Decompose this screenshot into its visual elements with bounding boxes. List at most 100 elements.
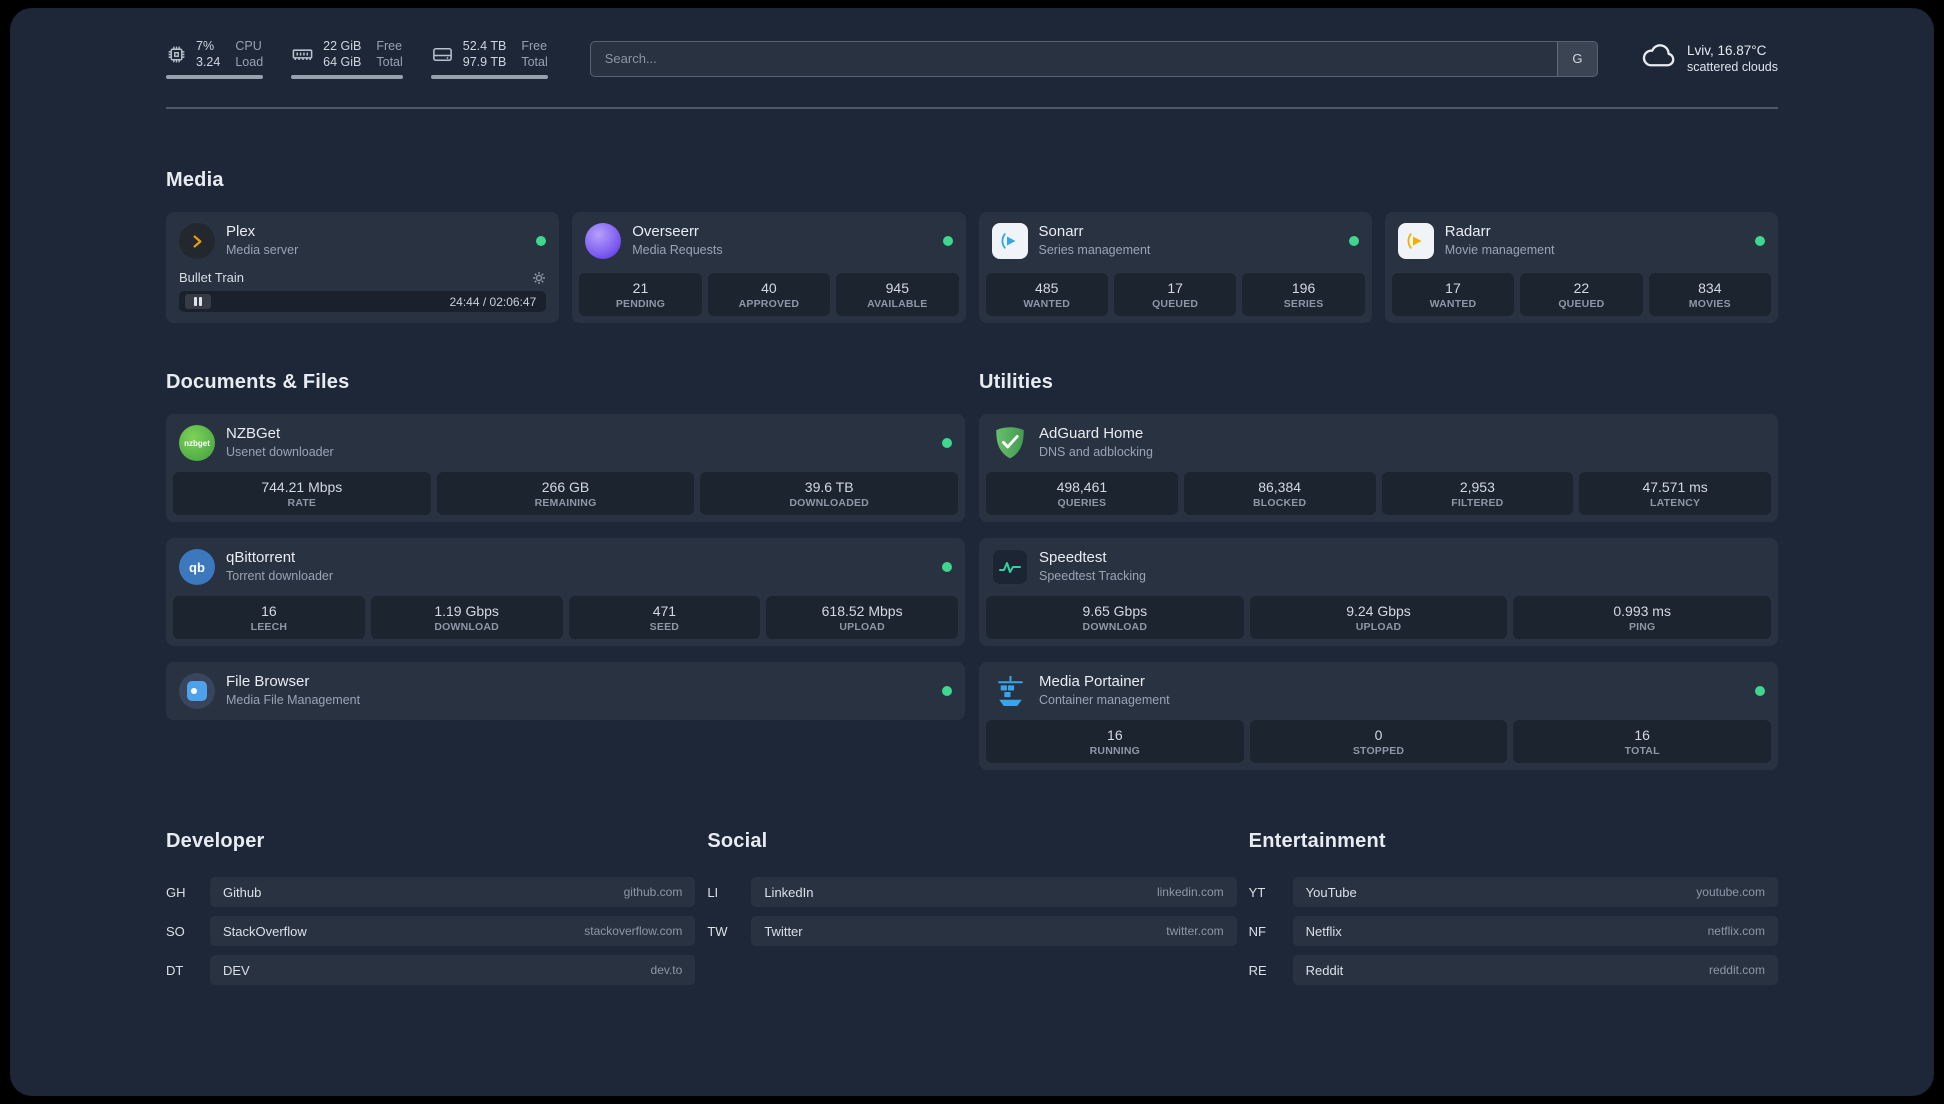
memory-total-value: 64 GiB (323, 55, 362, 70)
stat-running: 16 RUNNING (986, 720, 1244, 763)
section-heading-entertainment: Entertainment (1248, 830, 1386, 852)
middle-sections: Documents & Files nzbget NZBGet Usenet d… (166, 371, 1778, 770)
radarr-stats: 17 WANTED 22 QUEUED 834 MOVIES (1385, 273, 1778, 323)
bookmark-row: LI LinkedIn linkedin.com (707, 877, 1237, 907)
service-title: File Browser (226, 673, 310, 691)
bookmark-github[interactable]: Github github.com (210, 877, 696, 907)
service-card-adguard: AdGuard Home DNS and adblocking 498,461 … (979, 414, 1778, 522)
now-playing-title: Bullet Train (179, 270, 245, 285)
bookmark-youtube[interactable]: YouTube youtube.com (1292, 877, 1778, 907)
bookmark-row: NF Netflix netflix.com (1249, 916, 1778, 946)
bookmark-abbr: RE (1248, 962, 1267, 978)
section-heading-media: Media (166, 169, 224, 191)
speedtest-service-link[interactable]: Speedtest Speedtest Tracking (979, 538, 1778, 596)
disk-icon (431, 43, 454, 66)
status-online-dot (1755, 686, 1765, 696)
bookmark-row: DT DEV dev.to (166, 955, 696, 985)
service-subtitle: Series management (1038, 243, 1151, 258)
bookmark-abbr: LI (707, 884, 719, 900)
bookmark-abbr: YT (1248, 884, 1266, 900)
memory-usage-bar (291, 74, 403, 79)
bookmark-dev[interactable]: DEV dev.to (210, 955, 696, 985)
playback-time: 24:44 / 02:06:47 (449, 294, 537, 309)
stat-latency: 47.571 ms LATENCY (1579, 472, 1771, 515)
bookmark-stackoverflow[interactable]: StackOverflow stackoverflow.com (210, 916, 696, 946)
cpu-usage-bar (166, 74, 264, 79)
stat-seed: 471 SEED (568, 596, 761, 639)
stat-ping: 0.993 ms PING (1513, 596, 1772, 639)
status-online-dot (942, 562, 952, 572)
filebrowser-service-link[interactable]: File Browser Media File Management (166, 662, 965, 720)
gear-icon[interactable] (532, 271, 546, 285)
memory-widget: 22 GiB Free 64 GiB Total (291, 38, 403, 79)
search-provider-button[interactable]: G (1556, 41, 1597, 76)
service-subtitle: Media Requests (632, 243, 723, 258)
stat-stopped: 0 STOPPED (1249, 720, 1508, 763)
service-title: Radarr (1444, 223, 1491, 241)
bookmark-linkedin[interactable]: LinkedIn linkedin.com (751, 877, 1237, 907)
plex-service-link[interactable]: Plex Media server (166, 212, 559, 270)
portainer-service-link[interactable]: Media Portainer Container management (979, 662, 1778, 720)
service-card-radarr: Radarr Movie management 17 WANTED 22 QUE… (1384, 212, 1778, 323)
service-card-qbittorrent: qb qBittorrent Torrent downloader 16 LEE… (166, 538, 965, 646)
portainer-stats: 16 RUNNING 0 STOPPED 16 TOTAL (979, 720, 1778, 770)
nzbget-service-link[interactable]: nzbget NZBGet Usenet downloader (166, 414, 965, 472)
stat-wanted: 17 WANTED (1391, 273, 1515, 316)
search-bar: G (589, 40, 1598, 77)
stat-download: 1.19 Gbps DOWNLOAD (370, 596, 563, 639)
plex-now-playing-widget: Bullet Train 24:44 / 02:06:47 (166, 270, 559, 323)
status-online-dot (536, 236, 547, 246)
bookmark-abbr: NF (1248, 923, 1266, 939)
stat-queued: 22 QUEUED (1520, 273, 1643, 316)
pause-button[interactable] (185, 294, 211, 309)
stat-movies: 834 MOVIES (1648, 273, 1772, 316)
overseerr-service-link[interactable]: Overseerr Media Requests (572, 212, 965, 270)
search-input[interactable] (590, 41, 1557, 76)
documents-section: Documents & Files nzbget NZBGet Usenet d… (166, 371, 965, 720)
memory-free-value: 22 GiB (323, 39, 362, 53)
bookmark-abbr: GH (166, 884, 186, 900)
service-subtitle: Media File Management (226, 693, 361, 708)
disk-free-value: 52.4 TB (462, 39, 507, 53)
bookmark-netflix[interactable]: Netflix netflix.com (1292, 916, 1778, 946)
nzbget-stats: 744.21 Mbps RATE 266 GB REMAINING 39.6 T… (166, 472, 965, 522)
radarr-service-link[interactable]: Radarr Movie management (1385, 212, 1778, 270)
service-subtitle: Usenet downloader (226, 445, 334, 460)
service-subtitle: DNS and adblocking (1039, 445, 1153, 460)
dashboard-page: 7% CPU 3.24 Load 22 GiB Free 64 GiB Tota… (10, 8, 1934, 1096)
bookmark-reddit[interactable]: Reddit reddit.com (1292, 955, 1778, 985)
stat-total: 16 TOTAL (1513, 720, 1772, 763)
service-title: NZBGet (226, 425, 281, 443)
service-card-speedtest: Speedtest Speedtest Tracking 9.65 Gbps D… (979, 538, 1778, 646)
service-card-sonarr: Sonarr Series management 485 WANTED 17 Q… (978, 212, 1372, 323)
service-title: Plex (226, 223, 256, 241)
bookmark-row: TW Twitter twitter.com (707, 916, 1237, 946)
weather-condition: scattered clouds (1686, 60, 1778, 75)
stat-upload: 9.24 Gbps UPLOAD (1249, 596, 1508, 639)
qbittorrent-service-link[interactable]: qb qBittorrent Torrent downloader (166, 538, 965, 596)
bookmark-twitter[interactable]: Twitter twitter.com (751, 916, 1237, 946)
section-heading-documents: Documents & Files (166, 371, 350, 393)
disk-usage-bar (430, 74, 548, 79)
sonarr-stats: 485 WANTED 17 QUEUED 196 SERIES (979, 273, 1372, 323)
resources-widgets: 7% CPU 3.24 Load 22 GiB Free 64 GiB Tota… (166, 38, 548, 79)
stat-queued: 17 QUEUED (1113, 273, 1237, 316)
service-card-portainer: Media Portainer Container management 16 … (979, 662, 1778, 770)
cpu-load-value: 3.24 (196, 55, 221, 70)
section-heading-social: Social (707, 830, 768, 852)
sonarr-service-link[interactable]: Sonarr Series management (979, 212, 1372, 270)
playback-progress-bar[interactable]: 24:44 / 02:06:47 (179, 291, 547, 312)
stat-downloaded: 39.6 TB DOWNLOADED (700, 472, 959, 515)
service-title: Media Portainer (1039, 673, 1145, 691)
overseerr-stats: 21 PENDING 40 APPROVED 945 AVAILABLE (572, 273, 965, 323)
service-card-plex: Plex Media server Bullet Train 24:44 / 0… (166, 212, 560, 323)
service-subtitle: Movie management (1444, 243, 1555, 258)
stat-pending: 21 PENDING (579, 273, 702, 316)
speedtest-stats: 9.65 Gbps DOWNLOAD 9.24 Gbps UPLOAD 0.99… (979, 596, 1778, 646)
adguard-service-link[interactable]: AdGuard Home DNS and adblocking (979, 414, 1778, 472)
bookmark-abbr: DT (166, 962, 184, 978)
service-title: AdGuard Home (1039, 425, 1144, 443)
cpu-chip-icon (166, 44, 187, 65)
stat-leech: 16 LEECH (173, 596, 365, 639)
disk-total-value: 97.9 TB (462, 55, 507, 70)
